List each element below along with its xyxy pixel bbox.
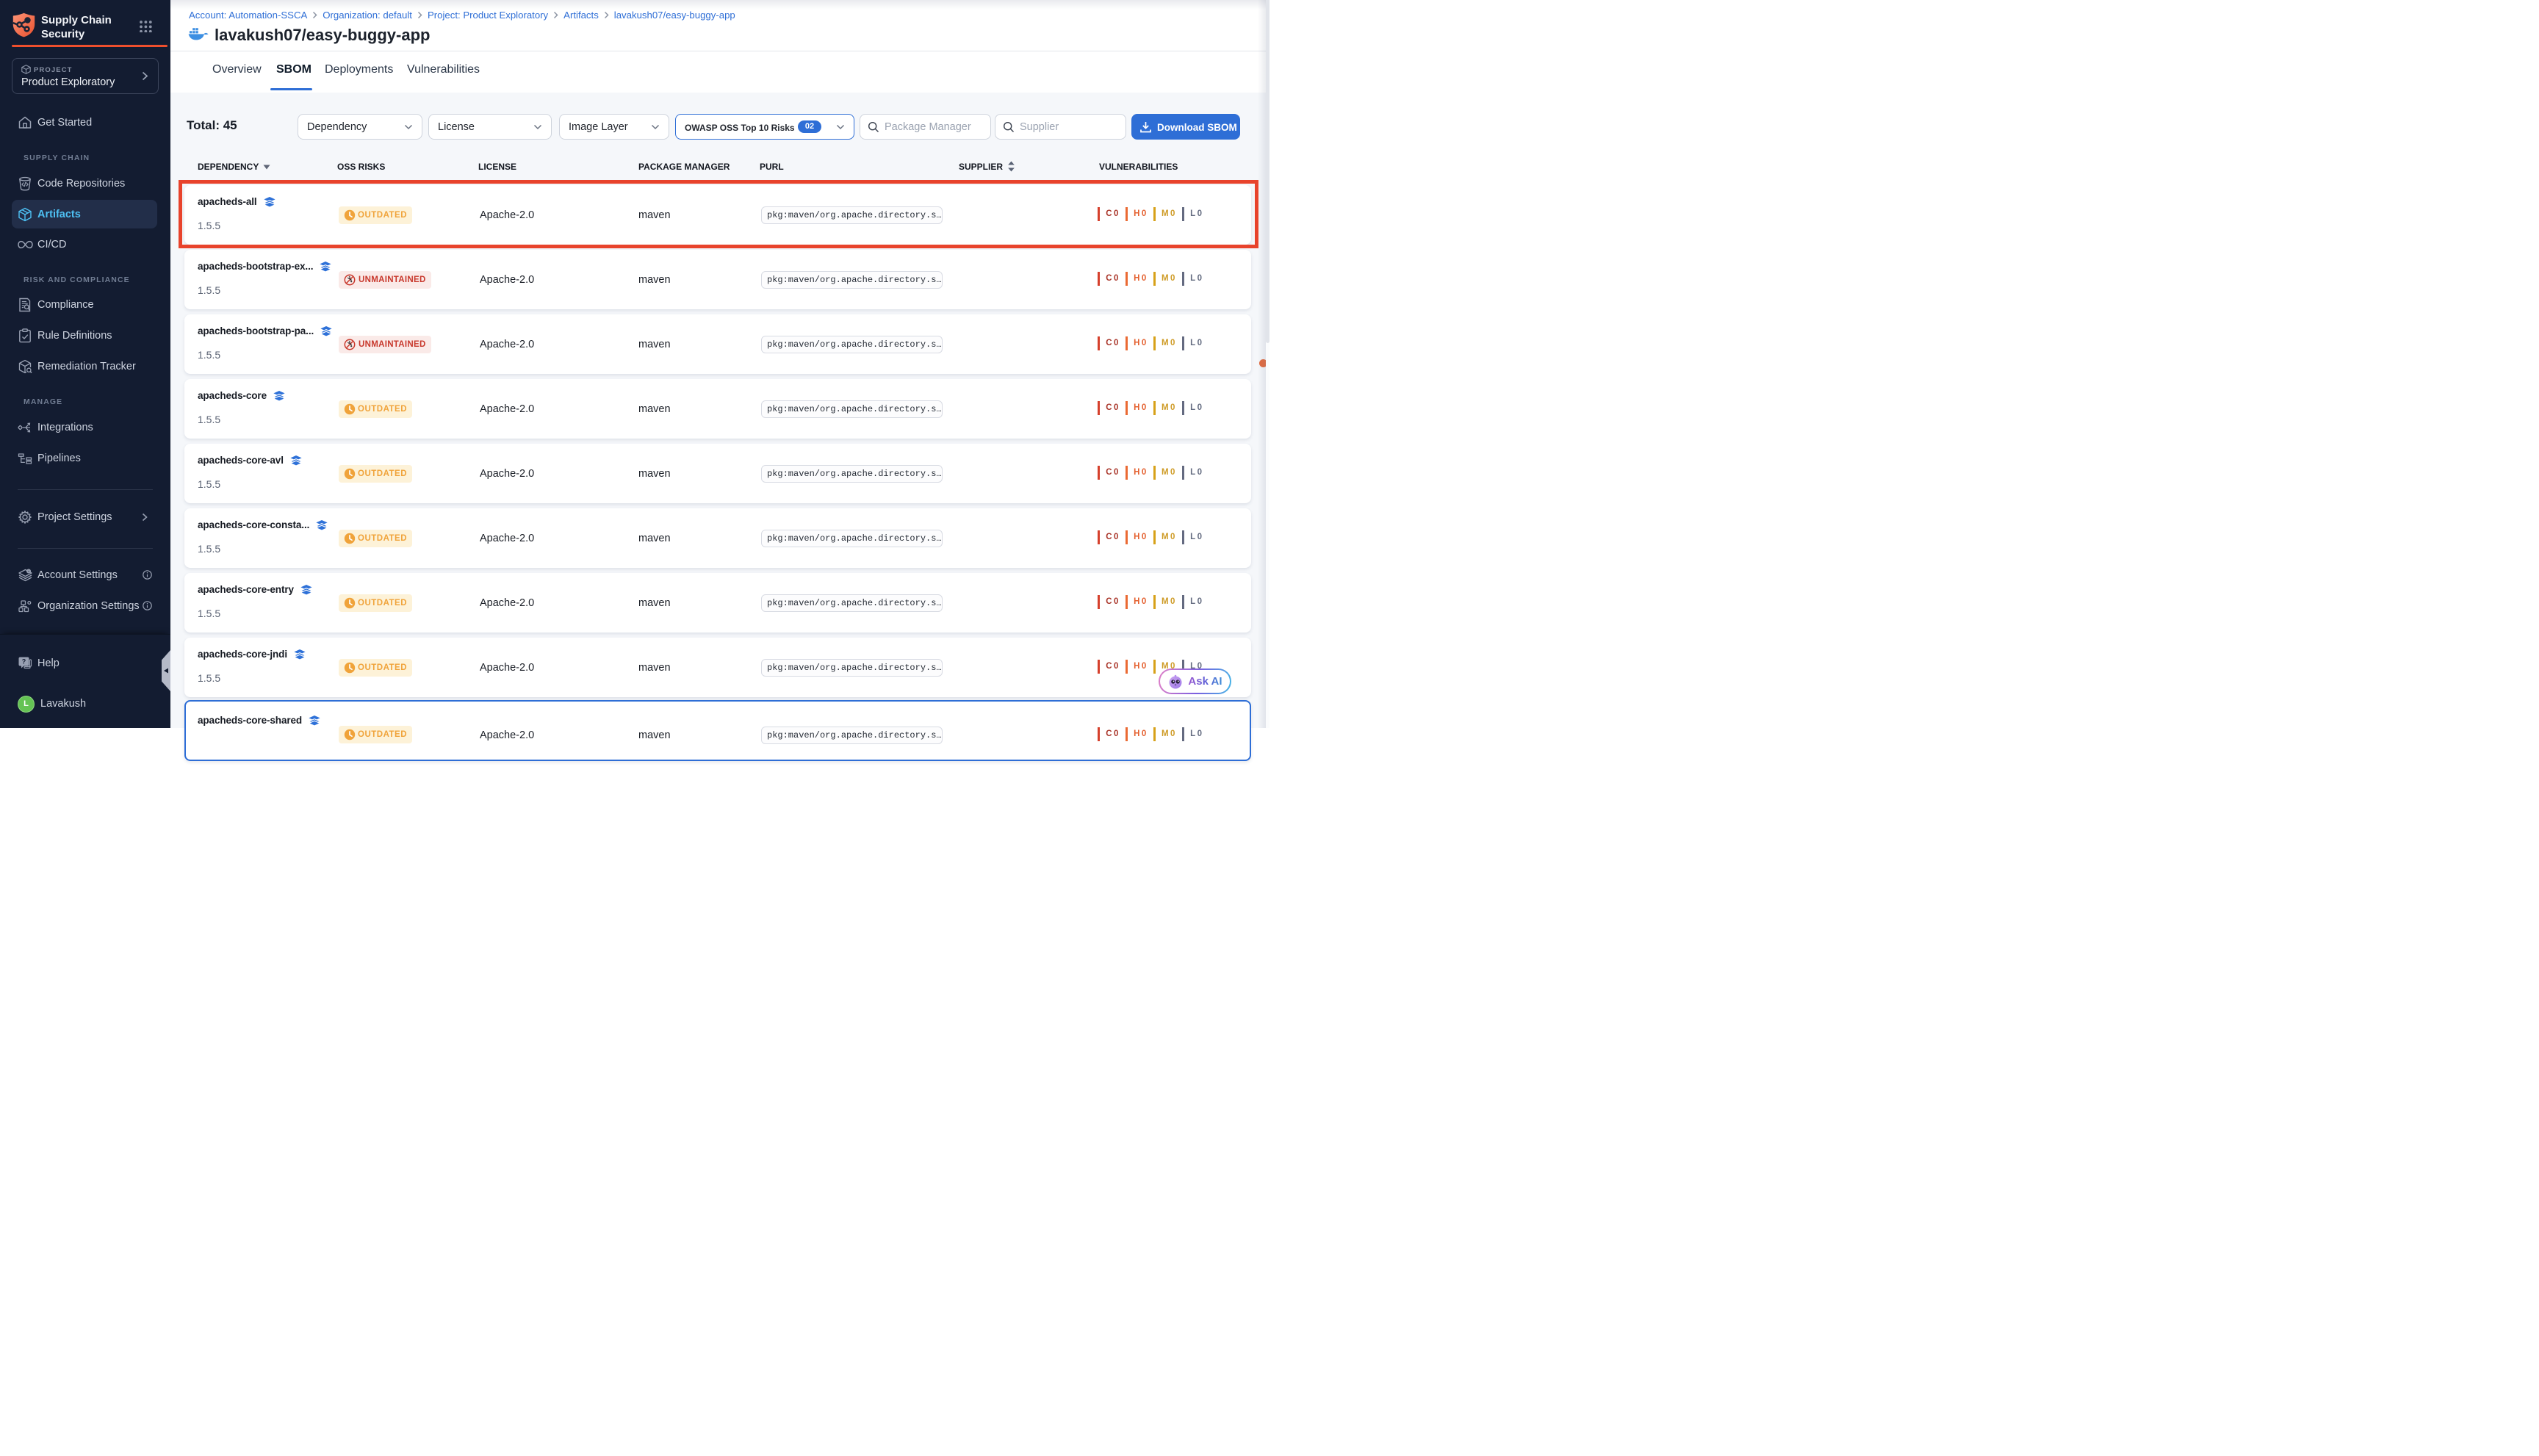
svg-text:?: ? [22, 658, 26, 666]
